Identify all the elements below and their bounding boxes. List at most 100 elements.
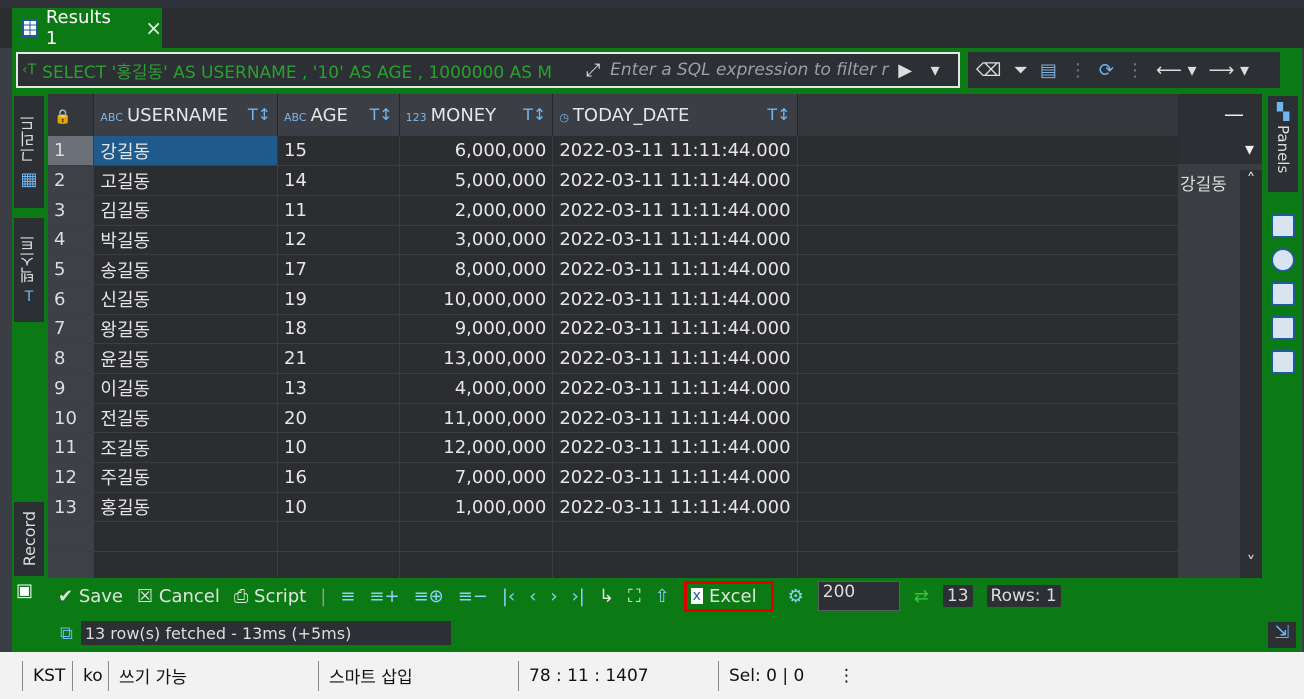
cell-money[interactable]: 3,000,000 [399, 225, 554, 256]
cell-age[interactable]: 19 [277, 284, 400, 315]
cell-age[interactable]: 14 [277, 165, 400, 196]
table-row[interactable]: 9 이길동 13 4,000,000 2022-03-11 11:11:44.000 [48, 373, 1178, 404]
cell-today-date[interactable]: 2022-03-11 11:11:44.000 [552, 254, 798, 285]
filter-input[interactable]: Enter a SQL expression to filter r [610, 60, 890, 80]
results-tab[interactable]: Results 1 × [12, 7, 162, 49]
cell-money[interactable]: 5,000,000 [399, 165, 554, 196]
last-page-icon[interactable]: ›| [572, 586, 585, 607]
row-number[interactable]: 13 [48, 492, 95, 523]
export-icon[interactable]: ⇧ [655, 586, 670, 607]
refresh-icon[interactable]: ⇄ [914, 586, 929, 607]
forward-arrow-icon[interactable]: ⟶ ▾ [1209, 60, 1250, 81]
cell-username[interactable]: 신길동 [93, 284, 279, 315]
row-number[interactable]: 10 [48, 403, 95, 434]
table-row[interactable]: 8 윤길동 21 13,000,000 2022-03-11 11:11:44.000 [48, 343, 1178, 374]
row-number[interactable]: 2 [48, 165, 95, 196]
cell-today-date[interactable]: 2022-03-11 11:11:44.000 [552, 343, 798, 374]
fetch-all-icon[interactable]: ⛶ [628, 586, 641, 607]
eraser-icon[interactable]: ⌫ [976, 60, 1001, 81]
settings-gear-icon[interactable]: ⚙ [788, 586, 804, 607]
next-icon[interactable]: › [550, 586, 557, 607]
back-arrow-icon[interactable]: ⟵ ▾ [1156, 60, 1197, 81]
cell-age[interactable]: 10 [277, 432, 400, 464]
row-number[interactable]: 1 [48, 136, 95, 167]
cell-money[interactable]: 6,000,000 [399, 136, 554, 167]
tab-grid[interactable]: 그리드 ▦ [14, 96, 44, 208]
scroll-up-icon[interactable]: ˄ [1240, 170, 1262, 191]
row-number[interactable]: 3 [48, 195, 95, 226]
filter-icon[interactable]: ⏷ [1013, 60, 1027, 81]
cell-age[interactable]: 20 [277, 403, 400, 434]
close-icon[interactable]: × [145, 16, 162, 40]
cell-today-date[interactable]: 2022-03-11 11:11:44.000 [552, 136, 798, 167]
cell-money[interactable]: 1,000,000 [399, 492, 554, 523]
cell-today-date[interactable]: 2022-03-11 11:11:44.000 [552, 314, 798, 345]
table-row[interactable]: 11 조길동 10 12,000,000 2022-03-11 11:11:44.000 [48, 432, 1178, 464]
cell-username[interactable]: 윤길동 [93, 343, 279, 374]
more-icon[interactable]: ⋮ [828, 661, 865, 691]
cell-money[interactable]: 11,000,000 [399, 403, 554, 434]
fetch-size-input[interactable]: 200 [817, 581, 900, 611]
column-header-money[interactable]: 123 MONEY T↕ [399, 94, 554, 136]
cell-money[interactable]: 4,000,000 [399, 373, 554, 404]
cell-age[interactable]: 17 [277, 254, 400, 285]
cell-age[interactable]: 18 [277, 314, 400, 345]
cell-today-date[interactable]: 2022-03-11 11:11:44.000 [552, 165, 798, 196]
refresh-link-icon[interactable]: ⟳ [1099, 60, 1114, 81]
row-number[interactable]: 6 [48, 284, 95, 315]
table-row[interactable]: 4 박길동 12 3,000,000 2022-03-11 11:11:44.000 [48, 225, 1178, 256]
row-number[interactable]: 4 [48, 225, 95, 256]
cell-today-date[interactable]: 2022-03-11 11:11:44.000 [552, 195, 798, 226]
cell-username[interactable]: 홍길동 [93, 492, 279, 523]
cell-username[interactable]: 이길동 [93, 373, 279, 404]
cell-today-date[interactable]: 2022-03-11 11:11:44.000 [552, 225, 798, 256]
cell-username[interactable]: 전길동 [93, 403, 279, 434]
row-number[interactable]: 11 [48, 432, 95, 464]
row-number[interactable]: 7 [48, 314, 95, 345]
references-panel-icon[interactable] [1271, 350, 1295, 374]
minimize-icon[interactable]: — [1224, 102, 1244, 126]
cell-age[interactable]: 15 [277, 136, 400, 167]
sort-filter-icon[interactable]: T↕ [369, 105, 392, 124]
grouping-panel-icon[interactable] [1271, 282, 1295, 306]
cell-money[interactable]: 9,000,000 [399, 314, 554, 345]
table-row[interactable]: 10 전길동 20 11,000,000 2022-03-11 11:11:44.000 [48, 403, 1178, 434]
cell-today-date[interactable]: 2022-03-11 11:11:44.000 [552, 284, 798, 315]
cell-username[interactable]: 박길동 [93, 225, 279, 256]
cell-age[interactable]: 21 [277, 343, 400, 374]
save-button[interactable]: ✔ Save [58, 586, 123, 607]
row-number[interactable]: 5 [48, 254, 95, 285]
cell-age[interactable]: 16 [277, 462, 400, 493]
sort-filter-icon[interactable]: T↕ [248, 105, 271, 124]
cell-today-date[interactable]: 2022-03-11 11:11:44.000 [552, 462, 798, 493]
table-row[interactable]: 13 홍길동 10 1,000,000 2022-03-11 11:11:44.000 [48, 492, 1178, 523]
cell-username[interactable]: 왕길동 [93, 314, 279, 345]
filter-settings-icon[interactable]: ▤ [1040, 60, 1057, 81]
tab-text[interactable]: 텍스트 T [14, 218, 44, 322]
cell-today-date[interactable]: 2022-03-11 11:11:44.000 [552, 432, 798, 464]
scroll-down-icon[interactable]: ˅ [1240, 553, 1262, 574]
row-number[interactable]: 8 [48, 343, 95, 374]
expand-icon[interactable]: ⤢ [576, 60, 610, 81]
table-row[interactable]: 1 강길동 15 6,000,000 2022-03-11 11:11:44.000 [48, 136, 1178, 167]
table-row[interactable]: 5 송길동 17 8,000,000 2022-03-11 11:11:44.000 [48, 254, 1178, 285]
cell-username[interactable]: 강길동 [93, 136, 279, 167]
cell-money[interactable]: 10,000,000 [399, 284, 554, 315]
row-number[interactable]: 9 [48, 373, 95, 404]
tab-record[interactable]: Record [14, 502, 44, 576]
cell-today-date[interactable]: 2022-03-11 11:11:44.000 [552, 492, 798, 523]
sort-filter-icon[interactable]: T↕ [523, 105, 546, 124]
cell-today-date[interactable]: 2022-03-11 11:11:44.000 [552, 403, 798, 434]
column-header-age[interactable]: ABC AGE T↕ [277, 94, 400, 136]
table-row[interactable]: 6 신길동 19 10,000,000 2022-03-11 11:11:44.000 [48, 284, 1178, 315]
delete-row-icon[interactable]: ≡− [458, 586, 488, 607]
cell-age[interactable]: 12 [277, 225, 400, 256]
previous-icon[interactable]: ‹ [529, 586, 536, 607]
execution-log-icon[interactable]: ⧉ [60, 623, 73, 644]
cell-age[interactable]: 10 [277, 492, 400, 523]
table-row[interactable]: 3 김길동 11 2,000,000 2022-03-11 11:11:44.000 [48, 195, 1178, 226]
script-button[interactable]: ⎙ Script [234, 586, 306, 607]
calculator-panel-icon[interactable] [1271, 248, 1295, 272]
apply-filter-icon[interactable]: ▶ [890, 60, 920, 81]
cell-money[interactable]: 12,000,000 [399, 432, 554, 464]
